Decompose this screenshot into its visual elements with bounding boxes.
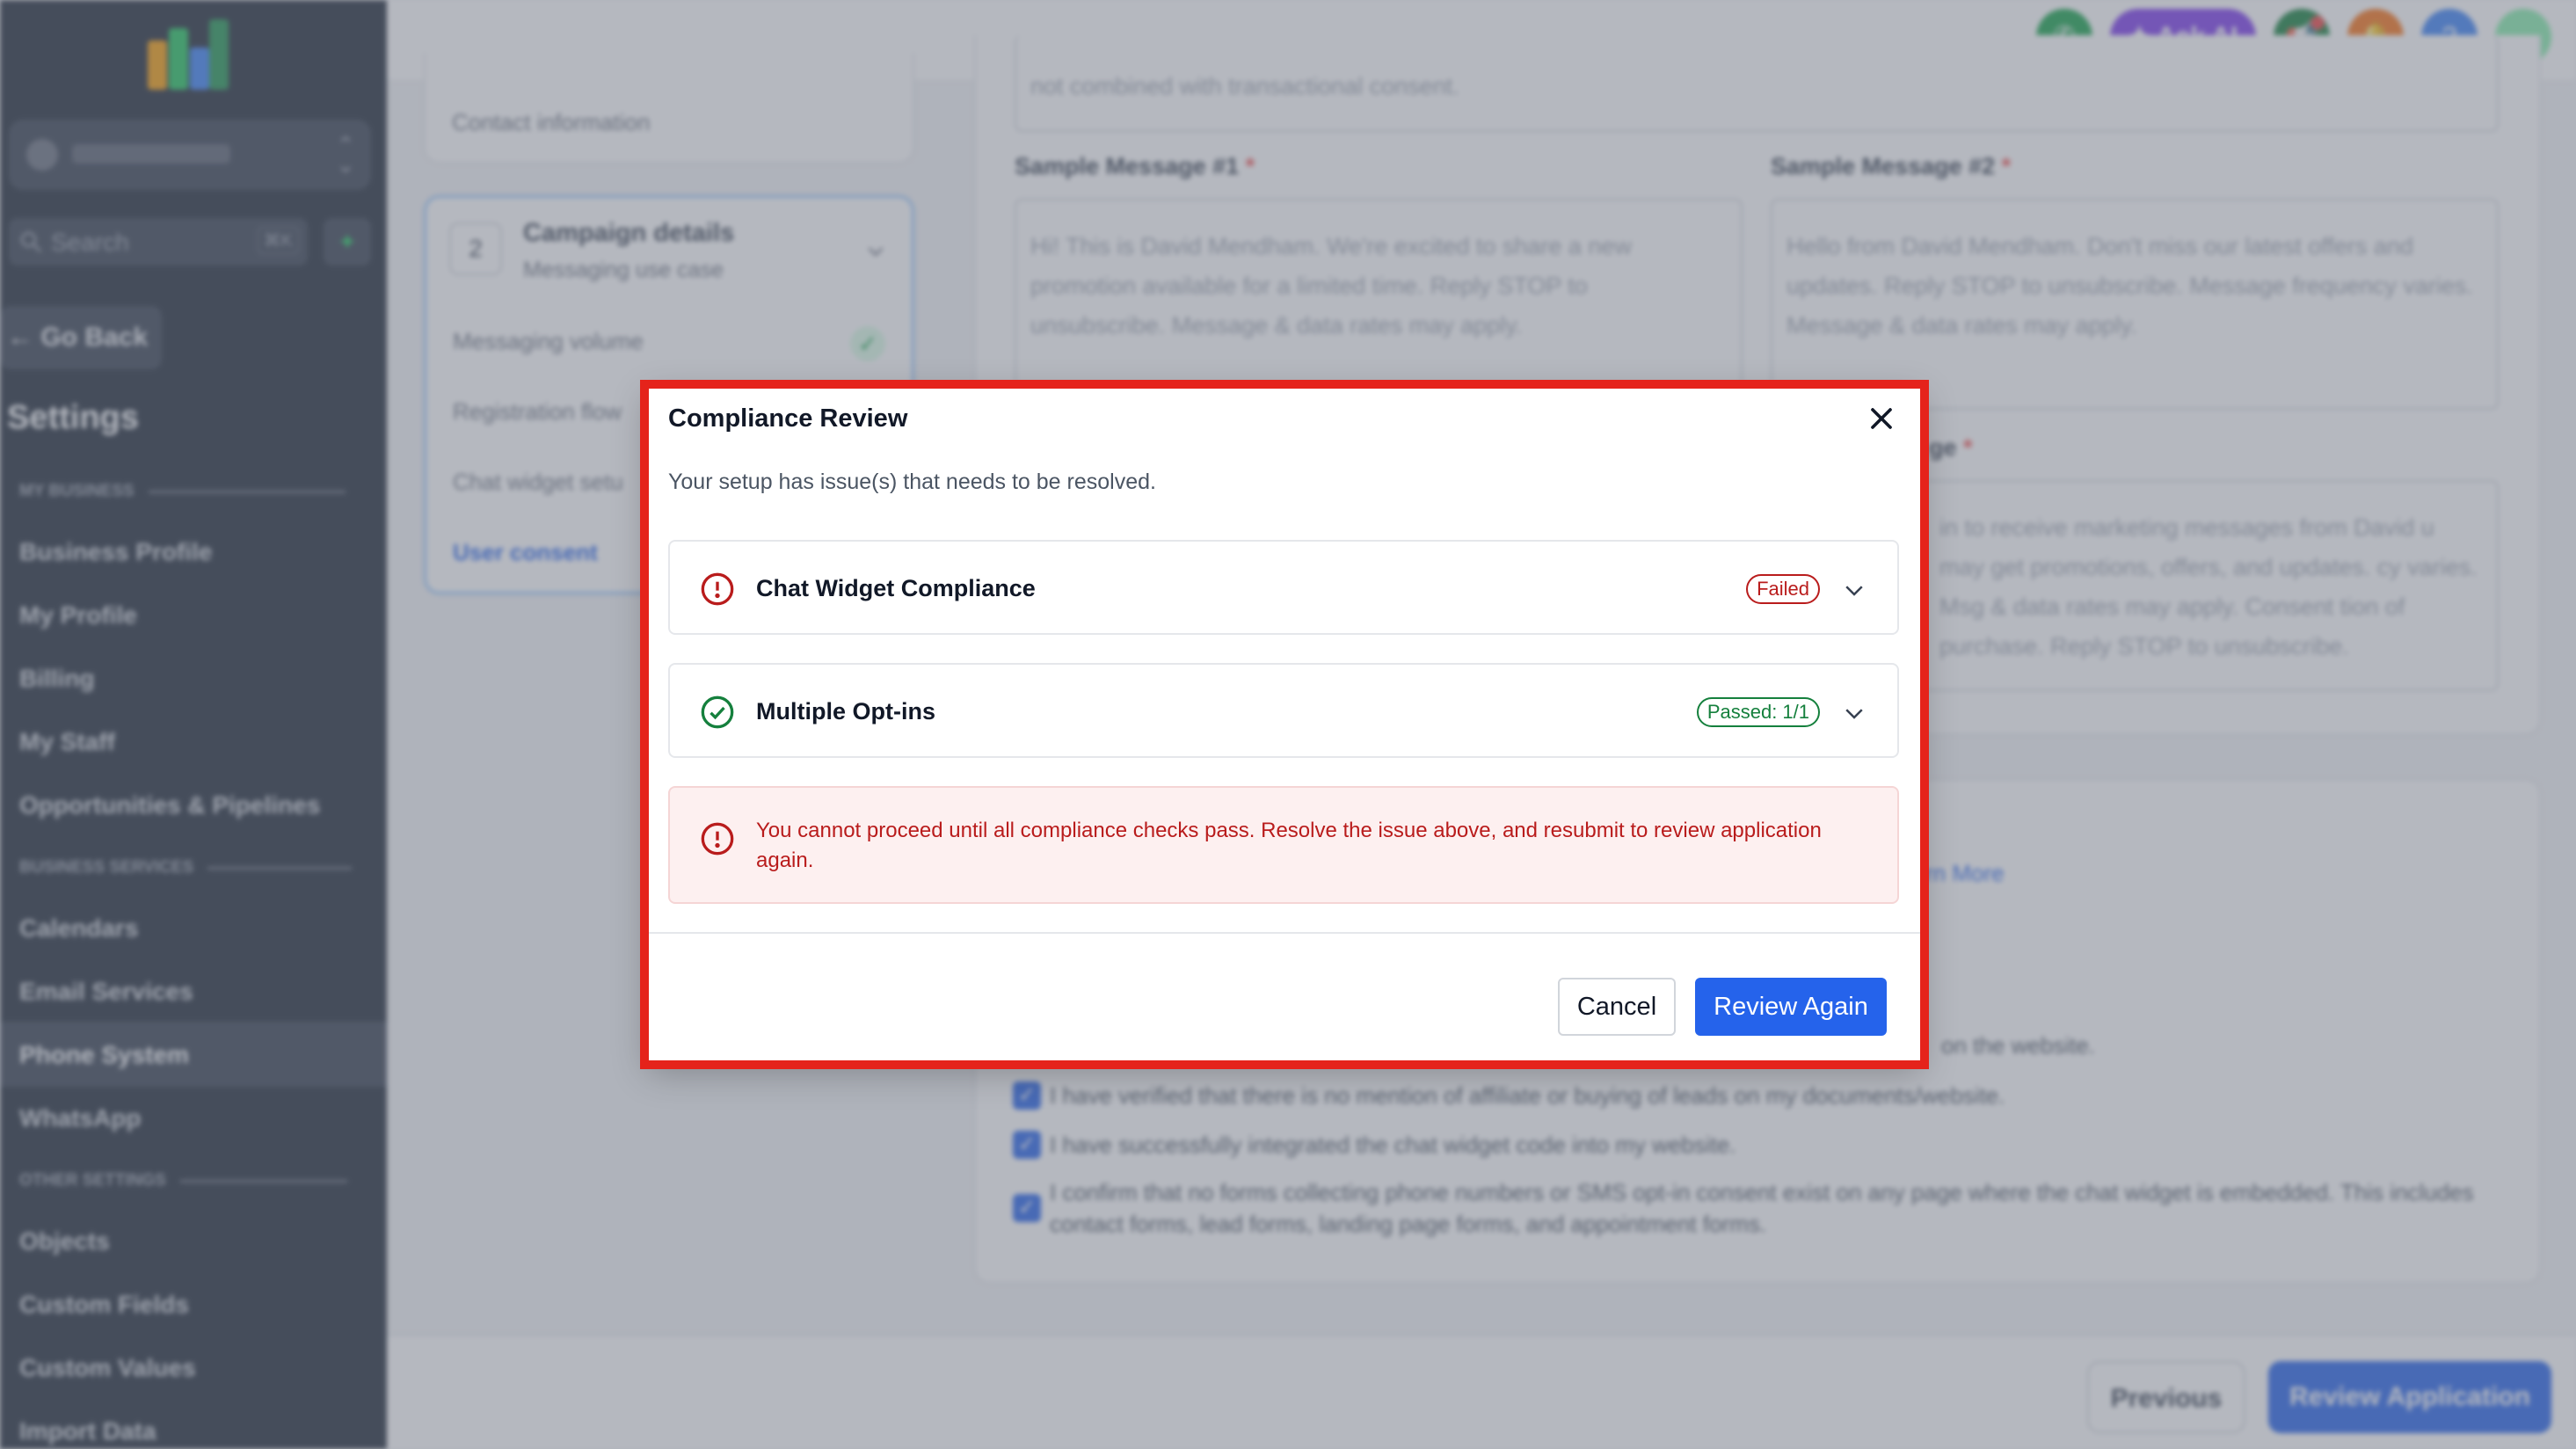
compliance-alert: You cannot proceed until all compliance … xyxy=(668,786,1899,904)
check-name: Multiple Opt-ins xyxy=(756,698,935,724)
check-circle-icon xyxy=(701,695,734,729)
check-name: Chat Widget Compliance xyxy=(756,575,1036,601)
chevron-down-icon[interactable] xyxy=(1841,700,1867,726)
modal-title: Compliance Review xyxy=(668,404,908,433)
modal-divider xyxy=(647,932,1922,934)
error-icon xyxy=(701,572,734,606)
close-icon[interactable] xyxy=(1864,401,1899,436)
status-badge: Passed: 1/1 xyxy=(1696,697,1820,727)
cancel-button[interactable]: Cancel xyxy=(1558,978,1676,1036)
chevron-down-icon[interactable] xyxy=(1841,577,1867,603)
check-chat-widget-compliance[interactable]: Chat Widget Compliance Failed xyxy=(668,540,1899,635)
error-icon xyxy=(701,822,734,856)
modal-subtitle: Your setup has issue(s) that needs to be… xyxy=(668,470,1156,494)
check-multiple-opt-ins[interactable]: Multiple Opt-ins Passed: 1/1 xyxy=(668,663,1899,758)
review-again-button[interactable]: Review Again xyxy=(1695,978,1887,1036)
status-badge: Failed xyxy=(1746,574,1820,604)
compliance-review-modal: Compliance Review Your setup has issue(s… xyxy=(647,387,1922,1064)
alert-message: You cannot proceed until all compliance … xyxy=(756,819,1822,872)
